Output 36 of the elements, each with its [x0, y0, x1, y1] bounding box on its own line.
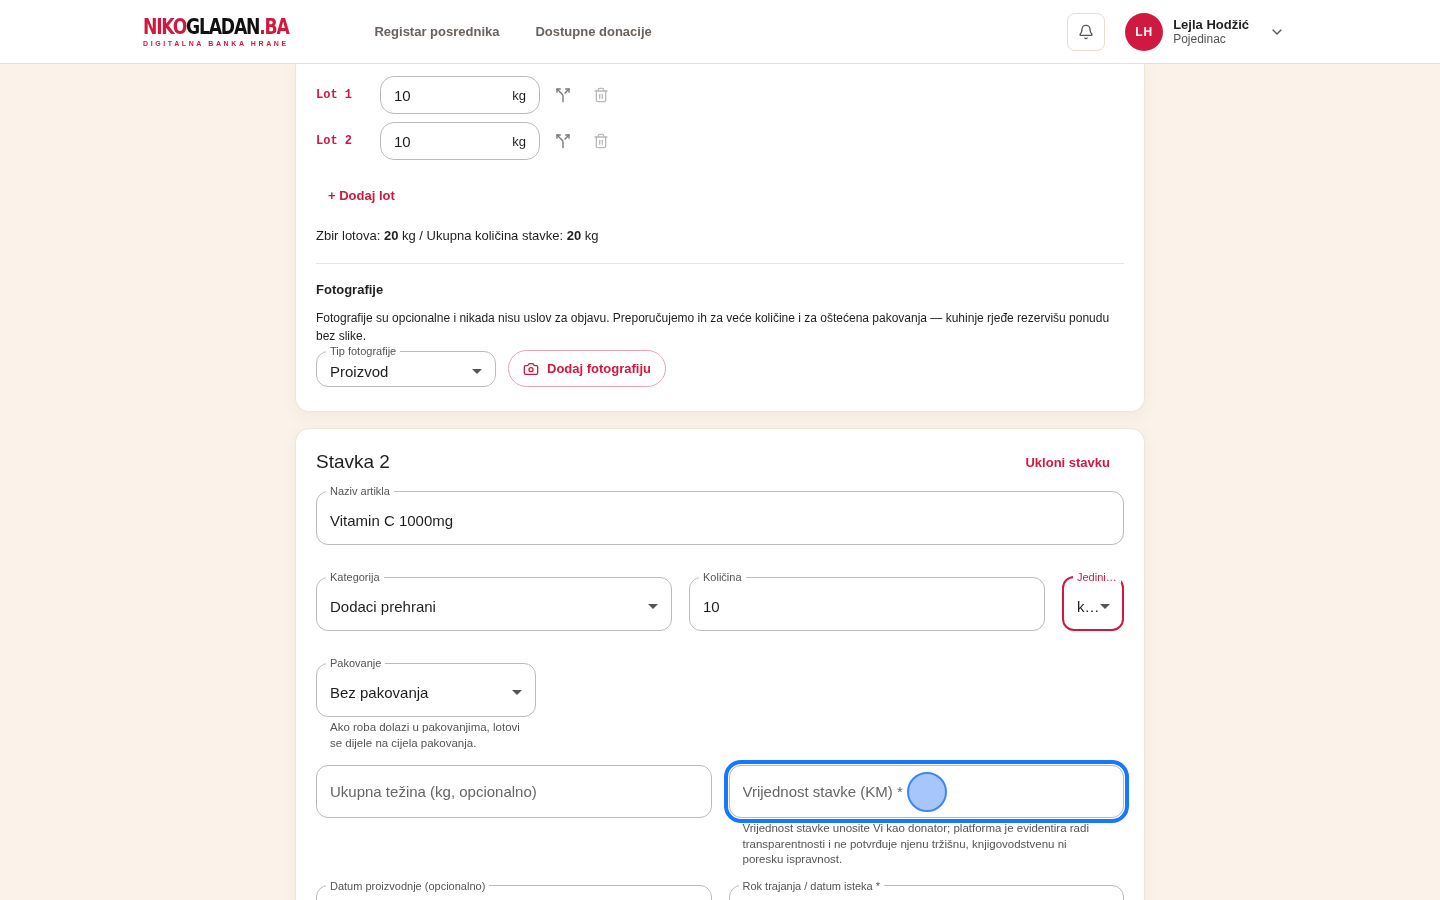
add-photo-button[interactable]: Dodaj fotografiju [508, 350, 666, 387]
select-field[interactable]: Pakovanje Bez pakovanja [316, 657, 536, 717]
input-field[interactable]: Naziv artikla Vitamin C 1000mg [316, 485, 1124, 545]
nav-link[interactable]: Dostupne donacije [535, 24, 652, 39]
split-icon[interactable] [555, 133, 573, 149]
input-field[interactable]: Ukupna težina (kg, opcionalno) [316, 765, 712, 818]
lot-label: Lot 2 [316, 134, 353, 148]
select-field[interactable]: Tip fotografije Proizvod [316, 345, 496, 387]
date-field[interactable]: Rok trajanja / datum isteka * [728, 879, 1124, 900]
split-icon[interactable] [555, 87, 573, 103]
notifications-button[interactable] [1067, 12, 1106, 51]
caret-icon [648, 604, 658, 609]
add-lot-button[interactable]: + Dodaj lot [328, 188, 395, 203]
caret-icon [512, 690, 522, 695]
section-title: Fotografije [316, 282, 385, 297]
lot-label: Lot 1 [316, 88, 353, 102]
helper-text: Vrijednost stavke unosite Vi kao donator; platforma je evidentira radi transparentnosti i ne potvrđuje njenu tržišnu, knjigovodstvenu ni poresku ispravnost. [742, 821, 1090, 867]
lot-quantity-field[interactable]: 10 kg [380, 76, 540, 114]
select-field[interactable]: Jedini… k… [1062, 571, 1124, 631]
input-field[interactable]: Količina 10 [689, 571, 1045, 631]
select-field[interactable]: Kategorija Dodaci prehrani [316, 571, 672, 631]
bell-icon [1078, 23, 1095, 40]
remove-item-button[interactable]: Ukloni stavku [1025, 454, 1124, 470]
user-role: Pojedinac [1173, 32, 1227, 46]
photos-description: Fotografije su opcionalne i nikada nisu uslov za objavu. Preporučujemo ih za veće količine i za oštećena pakovanja — kuhinje rjeđe rezervišu ponudu bez slike. [316, 310, 1111, 345]
lot-quantity-field[interactable]: 10 kg [380, 122, 540, 160]
date-field[interactable]: Datum proizvodnje (opcionalno) [316, 879, 712, 900]
user-avatar[interactable]: LH [1125, 12, 1164, 51]
lot-summary: Zbir lotova: 20 kg / Ukupna količina stavke: 20 kg [316, 228, 600, 243]
caret-icon [1099, 603, 1110, 609]
item-title: Stavka 2 [316, 451, 390, 473]
user-name: Lejla Hodžić [1173, 17, 1249, 32]
nav-link[interactable]: Registar posrednika [374, 24, 500, 39]
helper-text: Ako roba dolazi u pakovanjima, lotovi se dijele na cijela pakovanja. [330, 720, 521, 751]
caret-icon [472, 369, 482, 374]
camera-icon [523, 360, 539, 377]
